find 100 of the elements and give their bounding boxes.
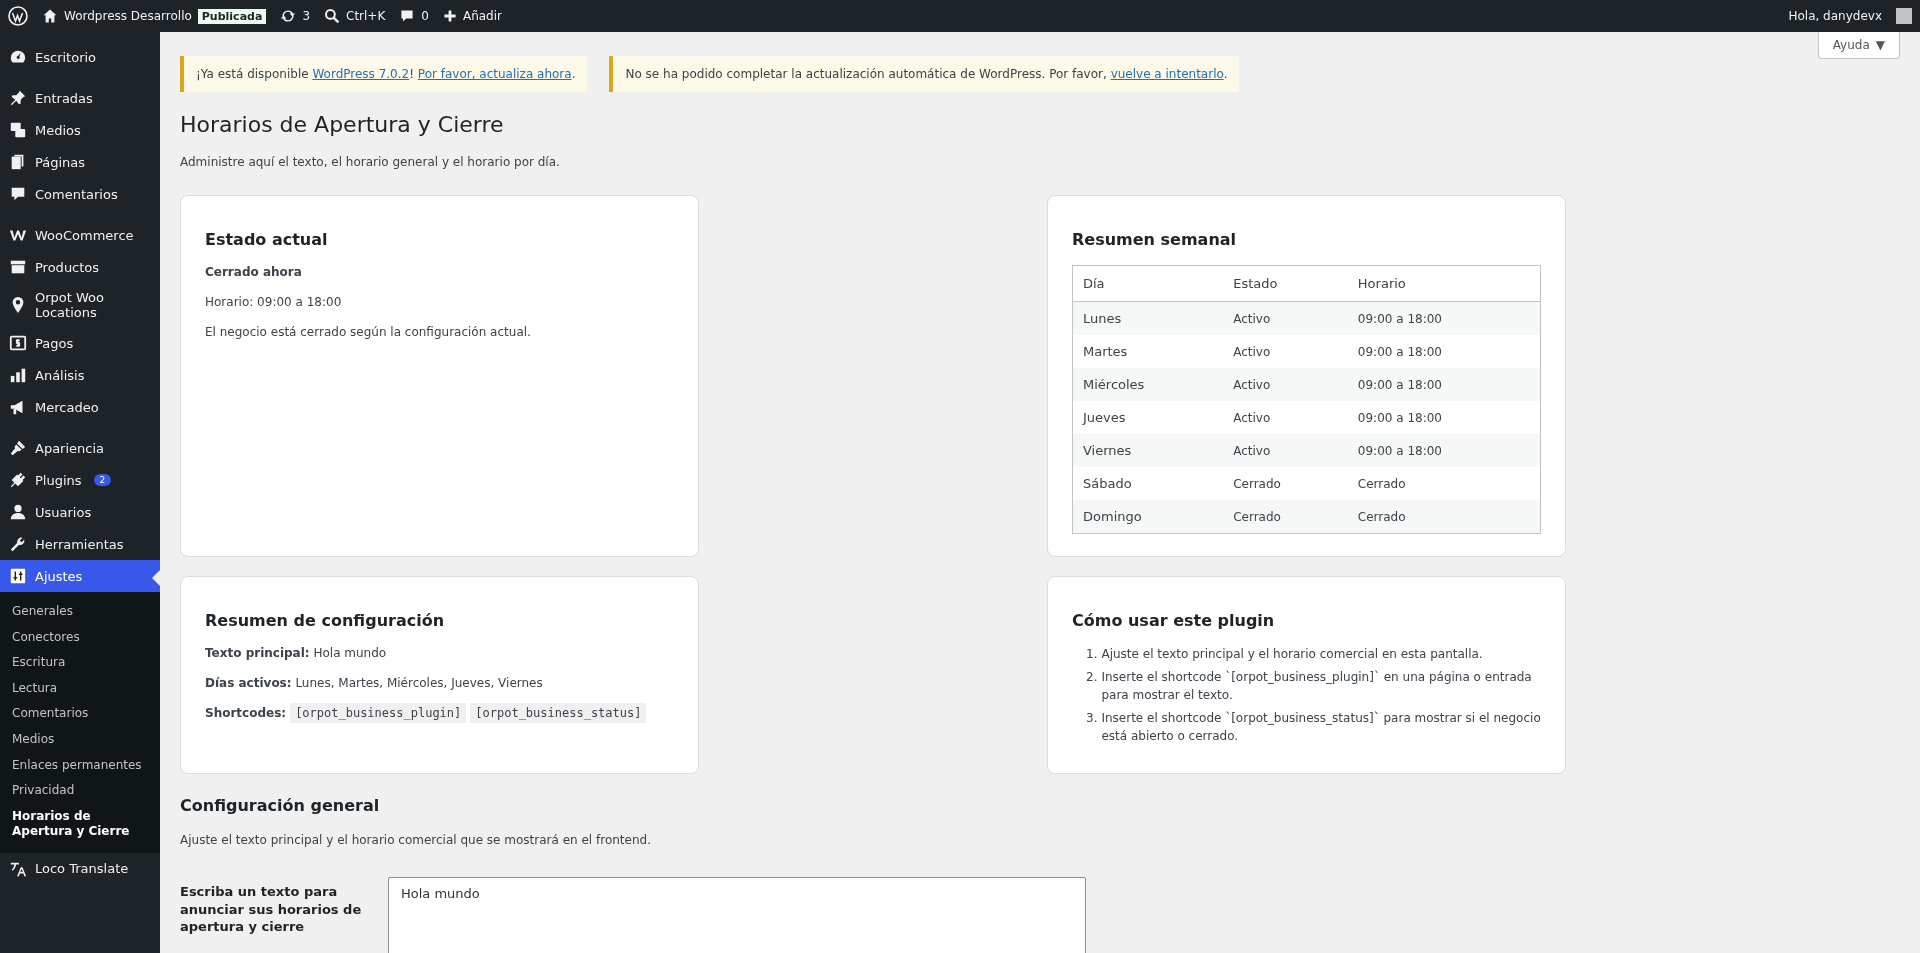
search-icon[interactable] <box>324 8 340 24</box>
card-title: Cómo usar este plugin <box>1072 611 1276 630</box>
sliders-icon[interactable] <box>9 567 27 585</box>
step-number: 2. <box>1086 669 1098 687</box>
greeting-link[interactable]: Hola, danydevx <box>1788 9 1882 23</box>
sidebar-menu-item[interactable]: Herramientas <box>0 528 160 560</box>
sidebar-menu-item[interactable]: Usuarios <box>0 496 160 528</box>
table-cell: 09:00 a 18:00 <box>1347 434 1541 467</box>
submenu-item[interactable]: Generales <box>0 599 160 625</box>
dollar-icon[interactable] <box>9 334 27 352</box>
sidebar-menu-item[interactable]: Entradas <box>0 82 160 114</box>
comment-icon[interactable] <box>399 8 416 24</box>
sidebar-menu-item[interactable]: Comentarios <box>0 178 160 210</box>
pin-icon[interactable] <box>9 89 27 107</box>
archive-box-icon[interactable] <box>9 258 27 276</box>
step-number: 1. <box>1086 646 1098 663</box>
table-cell: Cerrado <box>1223 500 1348 534</box>
table-cell: 09:00 a 18:00 <box>1347 301 1541 335</box>
status-badge: Publicada <box>197 8 267 24</box>
submenu-item[interactable]: Conectores <box>0 624 160 651</box>
card-title: Estado actual <box>205 230 329 249</box>
plug-icon[interactable] <box>9 471 27 489</box>
field-label: Escriba un texto para anunciar sus horarios de apertura y cierre <box>180 882 363 937</box>
sidebar-menu-item[interactable]: Análisis <box>0 359 160 391</box>
sidebar-menu-item[interactable]: Apariencia <box>0 432 160 464</box>
table-cell: Cerrado <box>1347 500 1541 534</box>
card-title: Resumen semanal <box>1072 230 1238 249</box>
paintbrush-icon[interactable] <box>9 439 27 457</box>
user-icon[interactable] <box>9 503 27 521</box>
update-notice: No se ha podido completar la actualización automática de WordPress. Por favor, vuelve a intentarlo. <box>609 56 1240 92</box>
bar-chart-icon[interactable] <box>9 366 27 384</box>
shortcode-text: [orpot_business_plugin] <box>290 703 467 723</box>
sidebar-menu-item[interactable]: Escritorio <box>0 41 160 73</box>
sidebar-menu-item[interactable]: Ajustes <box>0 560 160 592</box>
submenu-item[interactable]: Escritura <box>0 650 160 676</box>
add-new-link[interactable]: Añadir <box>462 9 502 23</box>
info-text: Horario: 09:00 a 18:00 <box>205 295 343 309</box>
update-notice: ¡Ya está disponible WordPress 7.0.2! Por favor, actualiza ahora. <box>180 56 588 92</box>
table-cell: 09:00 a 18:00 <box>1347 368 1541 401</box>
site-name-link[interactable]: Wordpress Desarrollo <box>64 9 192 23</box>
page-description: Administre aquí el texto, el horario general y el horario por día. <box>180 155 561 169</box>
info-text: El negocio está cerrado según la configuración actual. <box>205 325 532 339</box>
shortcode-text: [orpot_business_status] <box>470 703 647 723</box>
table-cell: Cerrado <box>1347 467 1541 500</box>
column-header: Día <box>1072 265 1224 302</box>
step-text: Ajuste el texto principal y el horario comercial en esta pantalla. <box>1101 646 1483 663</box>
table-cell: Domingo <box>1072 500 1224 534</box>
sidebar-menu-item[interactable]: WooCommerce <box>0 219 160 251</box>
notice-link[interactable]: Por favor, actualiza ahora <box>417 67 572 81</box>
wordpress-logo-icon[interactable] <box>8 6 28 26</box>
updates-count[interactable]: 3 <box>302 9 310 23</box>
notice-link[interactable]: vuelve a intentarlo <box>1110 67 1224 81</box>
status-text: Cerrado ahora <box>205 265 303 279</box>
table-cell: Miércoles <box>1072 368 1224 401</box>
sidebar-menu-item[interactable]: Pagos <box>0 327 160 359</box>
sidebar-menu-item[interactable]: Medios <box>0 114 160 146</box>
table-cell: Jueves <box>1072 401 1224 434</box>
table-cell: Activo <box>1223 434 1348 467</box>
section-title: Configuración general <box>180 795 381 815</box>
card-title: Resumen de configuración <box>205 611 446 630</box>
submenu-item[interactable]: Privacidad <box>0 778 160 804</box>
page-title: Horarios de Apertura y Cierre <box>180 112 505 137</box>
speech-bubble-icon[interactable] <box>9 185 27 203</box>
summary-text: Días activos: Lunes, Martes, Miércoles, Jueves, Viernes <box>205 676 544 690</box>
home-icon[interactable] <box>42 8 58 24</box>
submenu-item[interactable]: Enlaces permanentes <box>0 752 160 779</box>
column-header: Horario <box>1347 265 1541 302</box>
sidebar-menu-item[interactable]: Mercadeo <box>0 391 160 423</box>
sidebar-menu-item[interactable]: Productos <box>0 251 160 283</box>
notice-link[interactable]: WordPress 7.0.2 <box>312 67 410 81</box>
table-cell: Activo <box>1223 335 1348 368</box>
sidebar-menu-item[interactable]: Loco Translate <box>0 852 160 885</box>
table-cell: Activo <box>1223 368 1348 401</box>
sidebar-menu-item[interactable]: Orpot Woo Locations <box>0 283 160 327</box>
sidebar-menu-item[interactable]: Páginas <box>0 146 160 178</box>
table-cell: Activo <box>1223 401 1348 434</box>
help-button[interactable]: Ayuda ▼ <box>1817 32 1900 59</box>
column-header: Estado <box>1223 265 1348 302</box>
media-icon[interactable] <box>9 121 27 139</box>
refresh-icon[interactable] <box>280 8 297 24</box>
sidebar-menu-item[interactable]: Plugins 2 <box>0 464 160 496</box>
plus-icon[interactable] <box>442 9 457 23</box>
submenu-item[interactable]: Horarios de Apertura y Cierre <box>0 803 160 845</box>
table-cell: Viernes <box>1072 434 1224 467</box>
submenu-item[interactable]: Comentarios <box>0 701 160 727</box>
table-cell: Cerrado <box>1223 467 1348 500</box>
summary-text: Texto principal: Hola mundo <box>205 646 388 660</box>
table-cell: 09:00 a 18:00 <box>1347 401 1541 434</box>
submenu-item[interactable]: Lectura <box>0 675 160 702</box>
search-shortcut[interactable]: Ctrl+K <box>346 9 386 23</box>
section-description: Ajuste el texto principal y el horario comercial que se mostrará en el frontend. <box>180 832 652 847</box>
comments-count[interactable]: 0 <box>421 9 429 23</box>
text-area-field[interactable]: Hola mundo <box>388 876 1086 953</box>
wrench-icon[interactable] <box>9 535 27 553</box>
table-cell: Activo <box>1223 301 1348 335</box>
count-badge: 2 <box>93 474 112 486</box>
step-text: Inserte el shortcode `[orpot_business_status]` para mostrar si el negocio está abierto o cerrado. <box>1101 710 1541 745</box>
step-text: Inserte el shortcode `[orpot_business_plugin]` en una página o entrada para mostrar el texto. <box>1101 669 1533 704</box>
submenu-item[interactable]: Medios <box>0 726 160 753</box>
table-cell: 09:00 a 18:00 <box>1347 335 1541 368</box>
